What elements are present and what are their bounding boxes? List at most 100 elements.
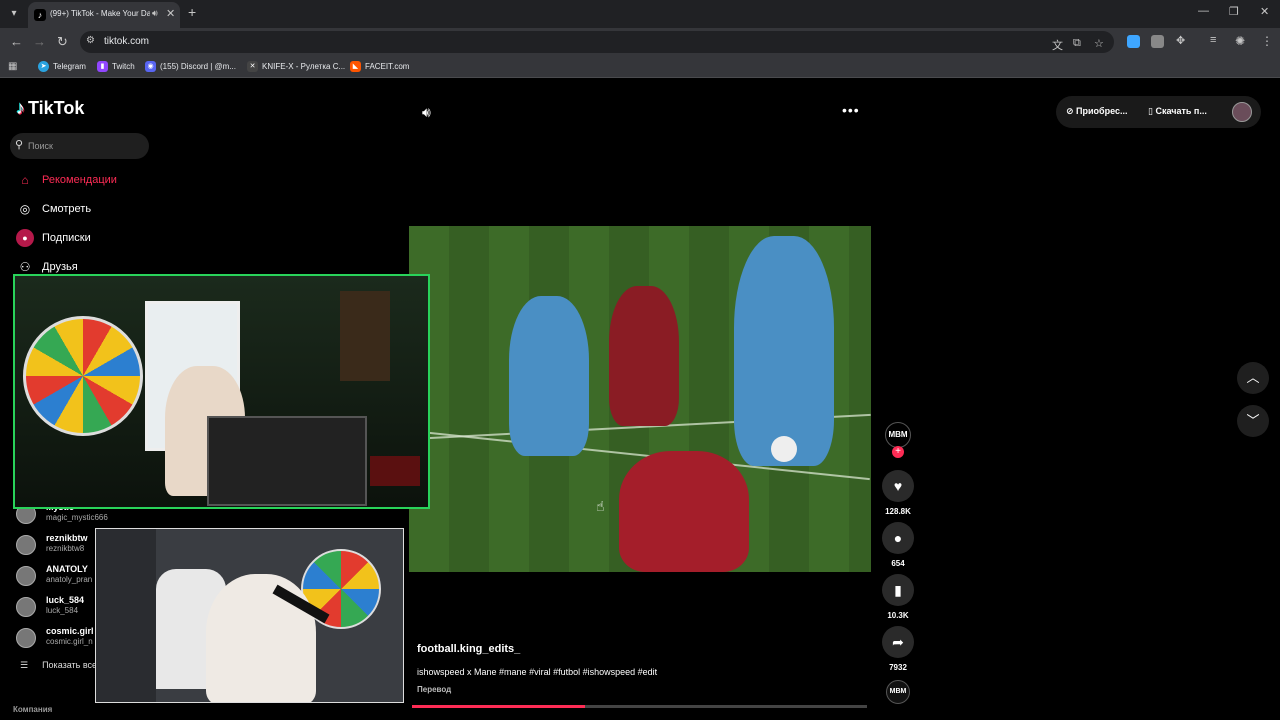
restore-icon[interactable]: ❐ (1229, 5, 1239, 18)
search-box[interactable]: ⚲ (10, 133, 149, 159)
tab-audio-icon[interactable]: 🔊︎ (152, 8, 158, 19)
nav-item-recommendations[interactable]: ⌂ Рекомендации (16, 171, 117, 191)
football (771, 436, 797, 462)
tab-search-icon[interactable]: ▾ (4, 4, 24, 24)
account-name: cosmic.girl (46, 626, 94, 636)
account-name: ANATOLY (46, 564, 88, 574)
faceit-icon: ◣ (350, 61, 361, 73)
browser-tab-bar: ▾ ♪ (99+) TikTok - Make Your Day 🔊︎ ✕ + … (0, 0, 1280, 28)
chevron-down-icon: ﹀ (1246, 413, 1260, 428)
translate-icon[interactable]: 文 (1052, 37, 1063, 53)
twitch-icon: ▮ (97, 61, 108, 73)
bookmark-discord[interactable]: ◉ (155) Discord | @m... (145, 60, 236, 74)
like-count: 128.8K (885, 507, 911, 516)
player-figure (619, 451, 749, 572)
poster (340, 291, 390, 381)
player-figure (509, 296, 589, 456)
player-figure (609, 286, 679, 426)
like-button[interactable]: ♥ (882, 470, 914, 502)
keyboard (370, 456, 420, 486)
tiktok-favicon-icon: ♪ (34, 9, 46, 21)
tiktok-logo[interactable]: ♪ TikTok (16, 98, 84, 119)
window-close-icon[interactable]: ✕ (1260, 5, 1269, 18)
extension-icon[interactable] (1127, 35, 1140, 48)
avatar (16, 597, 36, 617)
compass-icon: ◎ (19, 202, 31, 216)
video-author[interactable]: football.king_edits_ (417, 643, 520, 655)
webcam-overlay-secondary (95, 528, 404, 703)
profile-icon[interactable]: ✺ (1235, 34, 1245, 48)
show-more-link[interactable]: ☰ Показать все (20, 660, 97, 671)
translate-link[interactable]: Перевод (417, 685, 451, 694)
knife-x-icon: ✕ (247, 61, 258, 73)
comment-button[interactable]: ● (882, 522, 914, 554)
bookmark-telegram[interactable]: ➤ Telegram (38, 60, 86, 74)
media-controls-icon[interactable]: ≡ (1210, 34, 1216, 46)
search-icon[interactable]: ⚲ (15, 138, 23, 151)
volume-icon[interactable]: 🔊︎ (422, 104, 431, 121)
new-tab-button[interactable]: + (188, 4, 196, 20)
avatar (16, 535, 36, 555)
dark-wall (96, 529, 156, 702)
prize-wheel (23, 316, 143, 436)
bookmark-star-icon[interactable]: ☆ (1094, 37, 1104, 50)
nav-item-explore[interactable]: ◎ Смотреть (16, 200, 91, 220)
back-icon[interactable]: ← (10, 34, 23, 49)
player-figure (734, 236, 834, 466)
chevron-up-icon: ︿ (1246, 370, 1260, 385)
video-progress-fill (412, 705, 585, 708)
cast-icon[interactable]: ⧉ (1073, 37, 1081, 50)
video-player[interactable] (409, 226, 871, 572)
streamer-figure (206, 574, 316, 702)
site-info-icon[interactable]: ⚙ (86, 35, 95, 46)
account-handle: cosmic.girl_n (46, 637, 93, 646)
account-handle: anatoly_pran (46, 575, 93, 584)
bookmark-faceit[interactable]: ◣ FACEIT.com (350, 60, 409, 74)
browser-toolbar: ← → ↻ ⚙ tiktok.com 文 ⧉ ☆ ✥ ≡ ✺ ⋮ (0, 28, 1280, 56)
get-coins-button[interactable]: ⊘ Приобрес... (1066, 106, 1128, 117)
extension-icon[interactable] (1151, 35, 1164, 48)
share-button[interactable]: ➦ (882, 626, 914, 658)
top-actions: ⊘ Приобрес... ▯ Скачать п... (1056, 96, 1261, 128)
minimize-icon[interactable]: — (1198, 5, 1209, 17)
save-button[interactable]: ▮ (882, 574, 914, 606)
monitor (207, 416, 367, 506)
following-icon: ● (16, 229, 34, 247)
tiktok-note-icon: ♪ (16, 98, 25, 118)
bookmark-knife-x[interactable]: ✕ KNIFE-X - Рулетка С... (247, 60, 345, 74)
previous-video-button[interactable]: ︿ (1237, 362, 1269, 394)
tab-close-icon[interactable]: ✕ (166, 7, 175, 20)
avatar (16, 628, 36, 648)
video-progress-bar[interactable] (412, 705, 867, 708)
menu-kebab-icon[interactable]: ⋮ (1261, 34, 1273, 48)
bookmark-icon: ▮ (894, 582, 902, 598)
apps-grid-icon[interactable]: ▦ (8, 61, 17, 72)
account-name: luck_584 (46, 595, 85, 605)
address-bar[interactable]: ⚙ tiktok.com 文 ⧉ ☆ (80, 31, 1114, 53)
webcam-overlay-main (13, 274, 430, 509)
user-avatar[interactable] (1232, 102, 1252, 122)
creator-avatar[interactable]: MBM (885, 422, 911, 448)
download-app-button[interactable]: ▯ Скачать п... (1148, 106, 1207, 117)
nav-item-following[interactable]: ● Подписки (16, 229, 91, 249)
follow-plus-icon[interactable]: + (892, 446, 904, 458)
browser-tab-tiktok[interactable]: ♪ (99+) TikTok - Make Your Day 🔊︎ ✕ (28, 2, 180, 28)
more-options-icon[interactable]: ••• (842, 102, 860, 118)
music-disc[interactable]: MBM (886, 680, 910, 704)
reload-icon[interactable]: ↻ (57, 34, 68, 50)
comment-icon: ● (893, 530, 903, 546)
bookmark-twitch[interactable]: ▮ Twitch (97, 60, 135, 74)
forward-icon[interactable]: → (33, 34, 46, 49)
tiktok-page: ♪TikTok ⚲ ⌂Рекомендации ◎Смотреть ●Подпи… (0, 80, 1280, 720)
address-url[interactable]: tiktok.com (104, 36, 149, 47)
share-icon: ➦ (892, 634, 904, 650)
coin-icon: ⊘ (1066, 106, 1077, 116)
account-name: reznikbtw (46, 533, 88, 543)
extensions-puzzle-icon[interactable]: ✥ (1176, 34, 1185, 47)
avatar (16, 566, 36, 586)
footer-company[interactable]: Компания (13, 705, 52, 714)
save-count: 10.3K (887, 611, 909, 620)
heart-icon: ♥ (893, 478, 903, 494)
next-video-button[interactable]: ﹀ (1237, 405, 1269, 437)
search-input[interactable] (28, 137, 138, 155)
